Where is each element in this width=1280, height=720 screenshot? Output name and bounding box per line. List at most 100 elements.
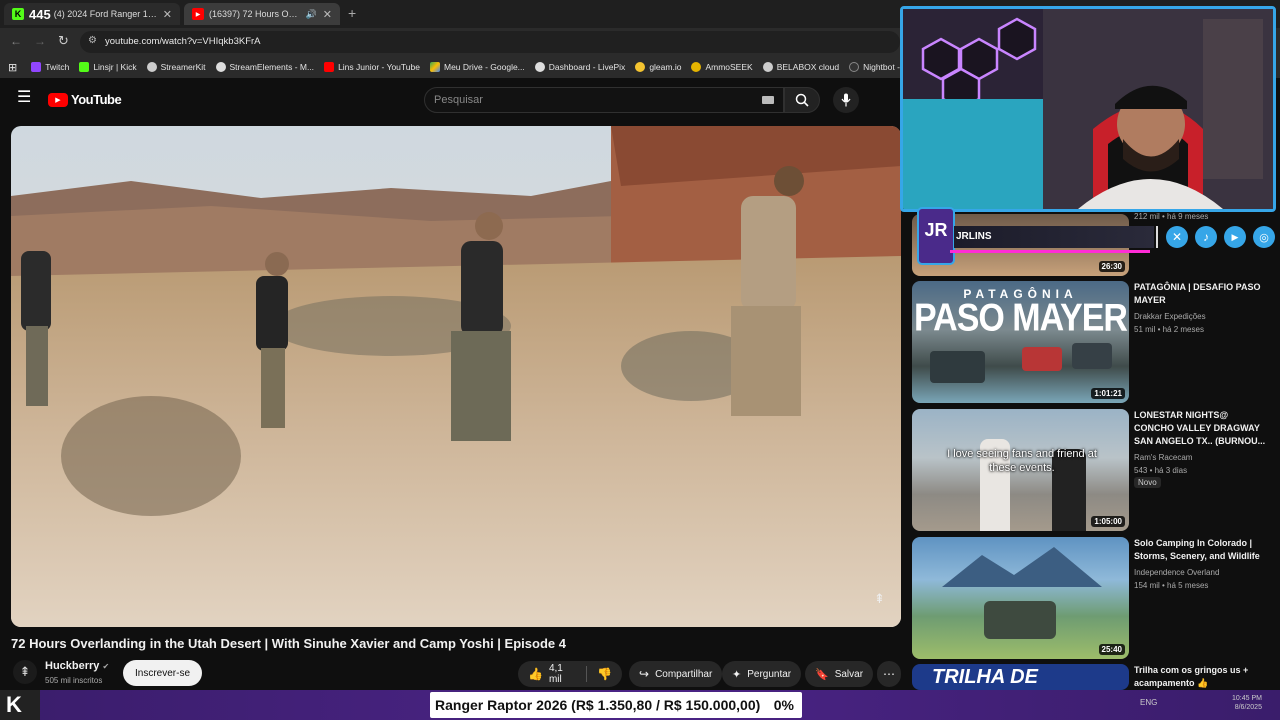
accent-line — [950, 250, 1150, 253]
microphone-icon — [841, 93, 851, 107]
video-thumbnail[interactable]: I love seeing fans and friend at these e… — [912, 409, 1129, 531]
mountain-shape — [942, 547, 1102, 587]
recommended-video[interactable]: 25:40 Solo Camping In Colorado | Storms,… — [912, 537, 1272, 659]
new-tab-icon[interactable]: + — [348, 5, 356, 21]
bookmark-lins-youtube[interactable]: Lins Junior - YouTube — [324, 62, 420, 72]
youtube-logo[interactable]: ▶ YouTube — [48, 92, 122, 107]
video-thumbnail[interactable]: TRILHA DE — [912, 664, 1129, 690]
video-title[interactable]: PATAGÔNIA | DESAFIO PASO MAYER — [1134, 281, 1269, 307]
webcam-feed — [903, 9, 1273, 209]
bookmark-ammoseek[interactable]: AmmoSEEK — [691, 62, 753, 72]
bookmark-kick[interactable]: Linsjr | Kick — [79, 62, 137, 72]
search-input[interactable]: Pesquisar — [424, 87, 784, 113]
youtube-icon: ▶ — [192, 8, 204, 20]
channel-name[interactable]: Huckberry ✔ — [45, 660, 109, 672]
thumbnail-text: PASO MAYER — [914, 296, 1128, 340]
search-icon — [795, 93, 809, 107]
gleam-icon — [635, 62, 646, 72]
channel-action-row: ⇞ Huckberry ✔ 505 mil inscritos Inscreve… — [11, 658, 901, 688]
video-frame — [11, 126, 901, 627]
recommended-video[interactable]: I love seeing fans and friend at these e… — [912, 409, 1272, 531]
forward-icon[interactable]: → — [34, 34, 46, 48]
speaker-icon[interactable]: 🔊 — [306, 9, 317, 20]
apps-grid-icon[interactable]: ⊞ — [8, 61, 17, 74]
k-icon: K — [6, 692, 22, 717]
nightbot-icon — [849, 62, 860, 72]
bookmark-streamerkit[interactable]: StreamerKit — [146, 62, 206, 72]
divider — [1156, 226, 1158, 248]
tab-youtube-video[interactable]: ▶ (16397) 72 Hours Overlandi 🔊 ✕ — [184, 3, 340, 25]
kick-icon — [79, 62, 90, 72]
youtube-icon[interactable]: ▶ — [1224, 226, 1246, 248]
video-title: 72 Hours Overlanding in the Utah Desert … — [11, 636, 566, 651]
video-player[interactable]: ⇞ — [11, 126, 901, 627]
system-clock: 10:45 PM 8/6/2025 — [1232, 695, 1262, 711]
x-twitter-icon[interactable]: ✕ — [1166, 226, 1188, 248]
svg-text:JR: JR — [924, 220, 947, 240]
kick-logo: K — [0, 690, 40, 720]
recommended-video[interactable]: PATAGÔNIA PASO MAYER 1:01:21 PATAGÔNIA |… — [912, 281, 1272, 403]
share-icon: ↪ — [639, 667, 650, 681]
url-field[interactable]: ⚙ youtube.com/watch?v=VHIqkb3KFrA — [80, 31, 900, 53]
streamelements-icon — [215, 62, 226, 72]
bookmark-gleam[interactable]: gleam.io — [635, 62, 681, 72]
kick-icon: K — [12, 8, 24, 20]
keyboard-icon[interactable] — [762, 96, 774, 104]
save-button[interactable]: 🔖 Salvar — [805, 661, 874, 687]
back-icon[interactable]: ← — [10, 34, 22, 48]
menu-icon[interactable]: ☰ — [17, 90, 31, 106]
video-title[interactable]: LONESTAR NIGHTS@ CONCHO VALLEY DRAGWAY S… — [1134, 409, 1269, 448]
more-icon: ⋯ — [883, 667, 895, 681]
sparkle-icon: ✦ — [732, 668, 742, 681]
search-button[interactable] — [784, 87, 820, 113]
ask-button[interactable]: ✦ Perguntar — [722, 661, 802, 687]
close-icon[interactable]: ✕ — [317, 8, 332, 21]
voice-search-button[interactable] — [833, 87, 859, 113]
globe-icon — [534, 62, 545, 72]
video-thumbnail[interactable]: PATAGÔNIA PASO MAYER 1:01:21 — [912, 281, 1129, 403]
thumbnail-text: TRILHA DE — [932, 666, 1038, 688]
verified-icon: ✔ — [102, 662, 110, 671]
youtube-header: ☰ ▶ YouTube Pesquisar — [0, 78, 900, 120]
tab-ford-ranger[interactable]: K 445 (4) 2024 Ford Ranger 1FTER4LR6RLE … — [4, 3, 180, 25]
bookmark-belabox[interactable]: BELABOX cloud — [762, 62, 839, 72]
video-title[interactable]: Trilha com os gringos us + acampamento 👍 — [1134, 664, 1269, 690]
subscribe-button[interactable]: Inscrever-se — [123, 660, 203, 686]
globe-icon — [146, 62, 157, 72]
duration-badge: 26:30 — [1098, 261, 1125, 272]
duration-badge: 1:05:00 — [1091, 516, 1125, 527]
site-info-icon[interactable]: ⚙ — [88, 35, 97, 46]
more-actions-button[interactable]: ⋯ — [877, 661, 901, 687]
instagram-icon[interactable]: ◎ — [1253, 226, 1275, 248]
channel-name[interactable]: Independence Overland — [1134, 566, 1219, 579]
share-button[interactable]: ↪ Compartilhar — [629, 661, 723, 687]
reload-icon[interactable]: ↻ — [58, 33, 69, 49]
drive-icon — [429, 62, 440, 72]
channel-name[interactable]: Drakkar Expedições — [1134, 310, 1206, 323]
bookmark-twitch[interactable]: Twitch — [31, 62, 69, 72]
channel-avatar[interactable]: ⇞ — [13, 660, 37, 684]
video-thumbnail[interactable]: 25:40 — [912, 537, 1129, 659]
subscriber-count: 505 mil inscritos — [45, 676, 103, 685]
jr-logo-icon: JR — [917, 207, 955, 265]
channel-name[interactable]: Ram's Racecam — [1134, 451, 1192, 464]
video-title[interactable]: Solo Camping In Colorado | Storms, Scene… — [1134, 537, 1269, 563]
youtube-icon — [324, 62, 335, 72]
recommended-video[interactable]: TRILHA DE Trilha com os gringos us + aca… — [912, 664, 1272, 690]
like-dislike-group: 👍 4,1 mil 👎 — [518, 661, 622, 687]
language-indicator: ENG — [1140, 698, 1158, 707]
streamer-logo: JR — [916, 206, 956, 266]
url-text: youtube.com/watch?v=VHIqkb3KFrA — [105, 36, 261, 47]
twitch-icon — [31, 62, 42, 72]
donation-goal-percent: 0% — [773, 697, 794, 713]
close-icon[interactable]: ✕ — [157, 8, 172, 21]
like-count[interactable]: 4,1 mil — [549, 663, 576, 685]
dislike-icon[interactable]: 👎 — [597, 667, 612, 681]
like-icon[interactable]: 👍 — [528, 667, 543, 681]
truck-shape — [1072, 343, 1112, 369]
bookmark-google-drive[interactable]: Meu Drive - Google... — [429, 62, 525, 72]
tab-label: (16397) 72 Hours Overlandi — [209, 9, 302, 19]
bookmark-livepix[interactable]: Dashboard - LivePix — [534, 62, 625, 72]
tiktok-icon[interactable]: ♪ — [1195, 226, 1217, 248]
bookmark-streamelements[interactable]: StreamElements - M... — [215, 62, 314, 72]
